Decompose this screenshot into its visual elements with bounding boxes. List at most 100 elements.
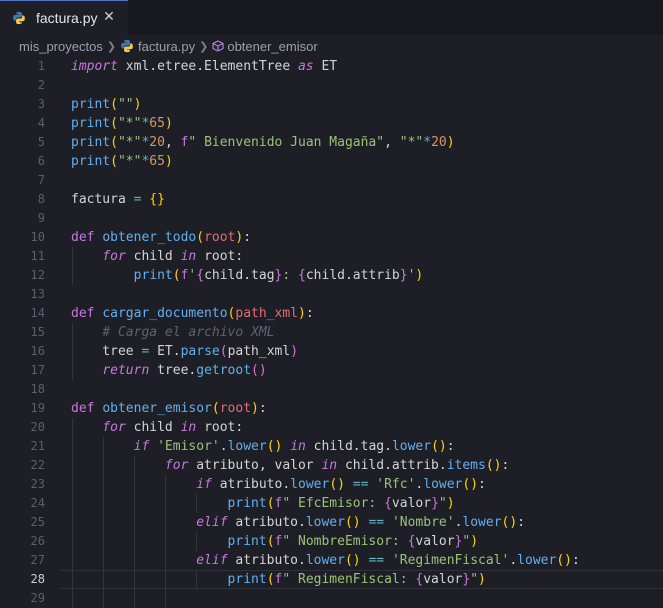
- code-text: print(f" EfcEmisor: {valor}"): [71, 494, 455, 513]
- code-line[interactable]: 10 def obtener_todo(root):: [0, 228, 663, 247]
- line-number: 17: [30, 363, 45, 377]
- code-line[interactable]: 19 def obtener_emisor(root):: [0, 399, 663, 418]
- code-token: " EfcEmisor:: [282, 496, 385, 511]
- code-line[interactable]: 12 print(f'{child.tag}: {child.attrib}'): [0, 266, 663, 285]
- python-file-icon: [13, 11, 25, 25]
- code-line[interactable]: 17 return tree.getroot(): [0, 361, 663, 380]
- code-token: valor: [423, 572, 463, 587]
- line-number: 22: [30, 458, 45, 472]
- code-token: (): [431, 439, 447, 454]
- line-number: 3: [37, 97, 45, 111]
- code-line[interactable]: 20 for child in root:: [0, 418, 663, 437]
- code-token: obtener_todo: [102, 230, 197, 245]
- code-line[interactable]: 15 # Carga el archivo XML: [0, 323, 663, 342]
- code-token: 'Rfc': [376, 477, 416, 492]
- line-number: 5: [37, 135, 45, 149]
- code-token: atributo.: [227, 515, 306, 530]
- code-token: ==: [368, 515, 385, 530]
- code-token: items: [446, 458, 486, 473]
- code-token: .: [219, 439, 228, 454]
- code-text: print("*"*20, f" Bienvenido Juan Magaña"…: [71, 133, 455, 152]
- code-token: ": [470, 572, 479, 587]
- code-token: "*": [117, 154, 142, 169]
- code-line[interactable]: 21 if 'Emisor'.lower() in child.tag.lowe…: [0, 437, 663, 456]
- code-token: "*": [117, 116, 142, 131]
- code-line[interactable]: 29: [0, 589, 663, 608]
- code-line[interactable]: 11 for child in root:: [0, 247, 663, 266]
- breadcrumb-symbol[interactable]: obtener_emisor: [227, 39, 317, 54]
- code-line[interactable]: 1 import xml.etree.ElementTree as ET: [0, 57, 663, 76]
- line-number: 7: [37, 173, 45, 187]
- line-number: 18: [30, 382, 45, 396]
- code-token: cargar_documento: [102, 306, 228, 321]
- code-token: ,: [384, 135, 400, 150]
- code-line[interactable]: 26 print(f" NombreEmisor: {valor}"): [0, 532, 663, 551]
- code-token: ): [446, 496, 455, 511]
- code-token: ): [470, 534, 479, 549]
- close-icon[interactable]: ✕: [102, 10, 116, 24]
- code-token: def: [71, 306, 95, 321]
- line-number: 24: [30, 496, 45, 510]
- method-symbol-icon: [212, 40, 224, 52]
- code-text: print("*"*65): [71, 114, 173, 133]
- code-token: :: [258, 401, 267, 416]
- code-token: print: [71, 97, 111, 112]
- line-number: 2: [37, 78, 45, 92]
- code-token: " Bienvenido Juan Magaña": [188, 135, 385, 150]
- code-token: .: [509, 553, 518, 568]
- code-token: :: [282, 268, 299, 283]
- code-line[interactable]: 7: [0, 171, 663, 190]
- breadcrumb-file[interactable]: factura.py: [138, 39, 195, 54]
- code-line[interactable]: 18: [0, 380, 663, 399]
- python-file-icon: [121, 39, 133, 53]
- code-line[interactable]: 27 elif atributo.lower() == 'RegimenFisc…: [0, 551, 663, 570]
- code-token: atributo.: [211, 477, 291, 492]
- code-token: # Carga el archivo XML: [102, 325, 275, 340]
- code-line[interactable]: 22 for atributo, valor in child.attrib.i…: [0, 456, 663, 475]
- code-token: obtener_emisor: [102, 401, 212, 416]
- code-line[interactable]: 25 elif atributo.lower() == 'Nombre'.low…: [0, 513, 663, 532]
- line-number: 21: [30, 439, 45, 453]
- code-token: root: [204, 230, 236, 245]
- code-token: atributo, valor: [188, 458, 322, 473]
- code-line[interactable]: 4 print("*"*65): [0, 114, 663, 133]
- tab-factura-py[interactable]: factura.py ✕: [0, 0, 128, 35]
- code-token: ): [298, 306, 306, 321]
- code-token: ): [478, 572, 486, 587]
- code-token: valor: [391, 496, 432, 511]
- breadcrumb-folder[interactable]: mis_proyectos: [19, 39, 103, 54]
- code-line[interactable]: 28 print(f" RegimenFiscal: {valor}"): [0, 570, 663, 589]
- code-line[interactable]: 9: [0, 209, 663, 228]
- code-token: child: [125, 249, 181, 264]
- code-line[interactable]: 14 def cargar_documento(path_xml):: [0, 304, 663, 323]
- code-line[interactable]: 8 factura = {}: [0, 190, 663, 209]
- code-line[interactable]: 23 if atributo.lower() == 'Rfc'.lower():: [0, 475, 663, 494]
- code-line[interactable]: 13: [0, 285, 663, 304]
- code-token: 20: [431, 135, 447, 150]
- line-number: 20: [30, 420, 45, 434]
- code-token: child.tag.: [305, 439, 392, 454]
- code-line[interactable]: 6 print("*"*65): [0, 152, 663, 171]
- code-token: 'Emisor': [157, 439, 220, 454]
- code-token: 65: [149, 154, 165, 169]
- code-token: path_xml: [235, 306, 298, 321]
- code-token: ET.: [149, 344, 181, 359]
- code-line[interactable]: 2: [0, 76, 663, 95]
- line-number: 16: [30, 344, 45, 358]
- code-token: (): [501, 515, 518, 530]
- code-editor[interactable]: 1 import xml.etree.ElementTree as ET 2 3 pri…: [0, 57, 663, 608]
- code-line[interactable]: 5 print("*"*20, f" Bienvenido Juan Magaña…: [0, 133, 663, 152]
- code-token: ): [164, 154, 173, 169]
- code-token: (: [172, 268, 181, 283]
- code-line[interactable]: 24 print(f" EfcEmisor: {valor}"): [0, 494, 663, 513]
- line-number: 15: [30, 325, 45, 339]
- code-line[interactable]: 16 tree = ET.parse(path_xml): [0, 342, 663, 361]
- code-line[interactable]: 3 print(""): [0, 95, 663, 114]
- code-token: (): [329, 477, 345, 492]
